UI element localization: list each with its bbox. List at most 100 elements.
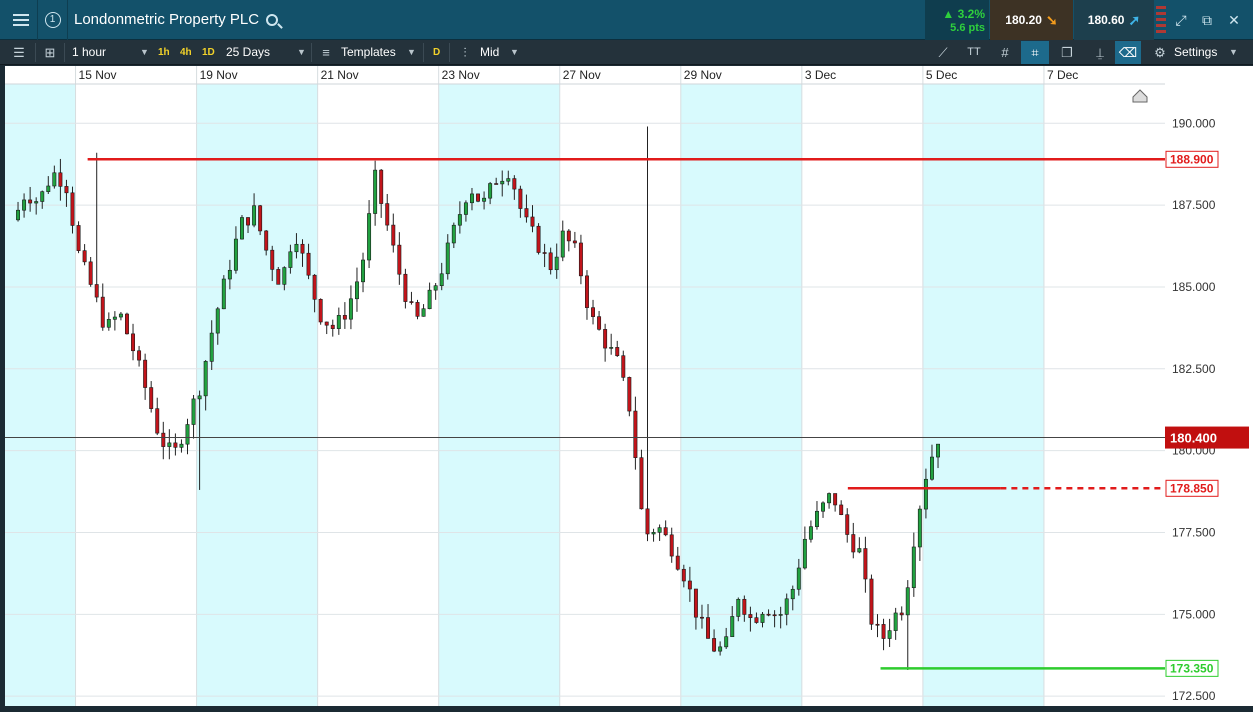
candle-body [597, 316, 602, 330]
candle-body [112, 316, 117, 320]
range-dropdown-icon[interactable]: ▼ [297, 40, 306, 65]
candle-body [482, 197, 487, 202]
price-chart[interactable]: 15 Nov 19 Nov 21 Nov 23 Nov 27 Nov 29 Nov 3 De… [5, 66, 1253, 706]
candle-body [28, 199, 33, 204]
interval-4h-button[interactable]: 4h [180, 40, 192, 65]
market-depth-icon[interactable] [1156, 6, 1166, 34]
measure-icon[interactable]: ⍊ [1090, 40, 1110, 65]
price-change: ▲ 3.2% 5.6 pts [925, 0, 989, 40]
y-tick-label: 185.000 [1172, 280, 1216, 294]
candle-body [609, 347, 614, 349]
eraser-icon[interactable]: ⌫ [1118, 40, 1138, 65]
candle-body [500, 180, 505, 185]
sell-button[interactable]: 180.20 ➘ [990, 0, 1073, 40]
candle-body [397, 244, 402, 275]
price-type-select[interactable]: Mid [480, 40, 499, 65]
settings-dropdown-icon[interactable]: ▼ [1229, 40, 1238, 65]
popout-icon[interactable]: ⧉ [1199, 12, 1215, 28]
candle-body [693, 588, 698, 618]
candle-body [578, 242, 583, 277]
x-tick-label: 15 Nov [79, 68, 117, 82]
interval-1h-button[interactable]: 1h [158, 40, 170, 65]
interval-1d-button[interactable]: 1D [202, 40, 215, 65]
candle-body [633, 410, 638, 458]
candle-body [675, 555, 680, 570]
candle-body [185, 424, 190, 445]
day-band [922, 84, 1044, 706]
candle-body [470, 193, 474, 204]
candle-body [742, 598, 747, 615]
candle-body [246, 217, 250, 226]
day-band [438, 84, 560, 706]
interval-select[interactable]: 1 hour [72, 40, 106, 65]
candle-body [46, 185, 51, 192]
candle-body [240, 217, 244, 240]
candle-body [270, 249, 275, 270]
change-percent-value: 3.2% [957, 7, 985, 21]
close-icon[interactable]: ✕ [1226, 12, 1242, 28]
d-button[interactable]: D [433, 40, 440, 65]
candle-body [427, 289, 432, 310]
candle-body [282, 267, 287, 285]
candle-body [264, 230, 269, 251]
candle-body [687, 580, 692, 590]
layout-grid-icon[interactable]: ⊞ [41, 40, 59, 65]
candle-body [143, 359, 148, 388]
candle-body [839, 504, 844, 515]
candle-body [712, 638, 717, 652]
candle-body [221, 278, 226, 310]
instrument-title[interactable]: Londonmetric Property PLC [74, 0, 259, 40]
menu-icon[interactable] [4, 0, 38, 40]
candle-body [494, 183, 499, 185]
candle-body [548, 252, 553, 271]
candle-body [845, 514, 850, 535]
home-marker-icon [1132, 89, 1148, 103]
candle-body [718, 646, 723, 652]
candle-body [639, 457, 644, 510]
range-select[interactable]: 25 Days [226, 40, 270, 65]
candle-body [88, 261, 93, 285]
candle-body [476, 193, 480, 202]
candle-body [131, 333, 135, 352]
settings-gear-icon[interactable]: ⚙ [1151, 40, 1169, 65]
price-type-dropdown-icon[interactable]: ▼ [510, 40, 519, 65]
candle-body [905, 587, 910, 616]
candle-body [451, 224, 456, 244]
candles-icon[interactable]: ⫶ [456, 40, 474, 65]
duplicate-icon[interactable]: ❐ [1057, 40, 1077, 65]
buy-button[interactable]: 180.60 ➚ [1074, 0, 1154, 40]
candle-body [324, 321, 329, 326]
search-icon[interactable] [266, 14, 278, 26]
candle-body [542, 252, 547, 254]
candle-body [155, 408, 160, 434]
candle-body [203, 361, 208, 397]
sell-arrow-icon: ➘ [1045, 11, 1058, 28]
candle-body [379, 169, 384, 204]
templates-icon[interactable]: ≡ [318, 40, 334, 65]
y-tick-label: 182.500 [1172, 362, 1216, 376]
candle-body [566, 230, 571, 242]
templates-button[interactable]: Templates [341, 40, 396, 65]
candle-body [730, 616, 735, 638]
candle-body [772, 614, 777, 617]
chart-canvas[interactable]: 15 Nov 19 Nov 21 Nov 23 Nov 27 Nov 29 Nov 3 De… [5, 66, 1253, 706]
text-size-icon[interactable]: TT [963, 40, 985, 65]
chart-list-icon[interactable]: ☰ [10, 40, 28, 65]
interval-dropdown-icon[interactable]: ▼ [140, 40, 149, 65]
draw-line-icon[interactable]: ⟋ [934, 40, 952, 65]
link-group-button[interactable]: 1 [38, 0, 68, 40]
settings-button[interactable]: Settings [1174, 40, 1217, 65]
expand-icon[interactable]: ⤢ [1173, 12, 1189, 28]
candle-body [373, 169, 378, 214]
crosshair-icon[interactable]: ⌗ [1025, 40, 1045, 65]
candle-body [808, 526, 813, 540]
grid-icon[interactable]: # [995, 40, 1015, 65]
x-tick-label: 29 Nov [684, 68, 722, 82]
candle-body [367, 213, 372, 261]
candle-body [706, 617, 710, 639]
x-tick-label: 19 Nov [200, 68, 238, 82]
candle-body [361, 259, 365, 283]
candle-body [833, 493, 838, 506]
candle-body [554, 256, 559, 271]
templates-dropdown-icon[interactable]: ▼ [407, 40, 416, 65]
